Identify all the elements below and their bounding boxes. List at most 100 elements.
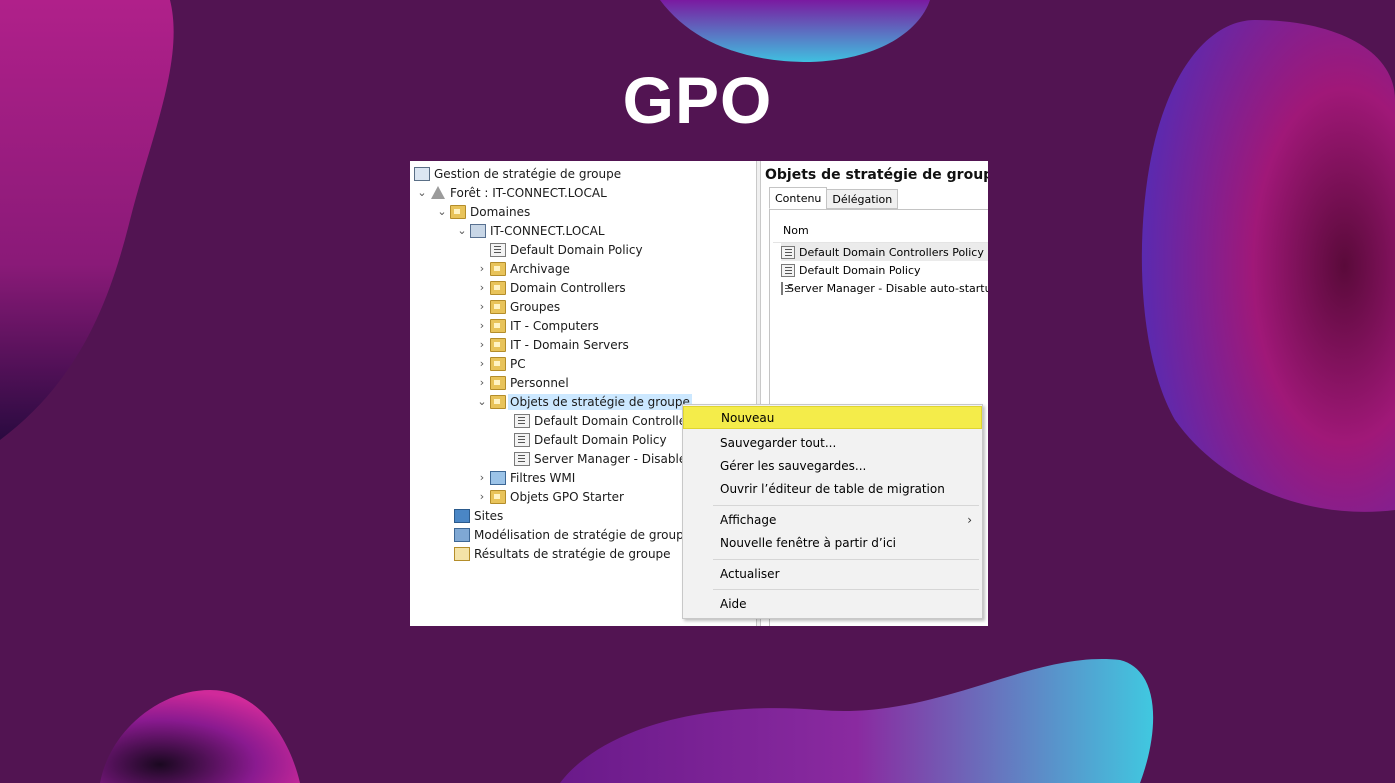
ou-folder-icon — [490, 375, 506, 390]
menu-item-aide[interactable]: Aide — [683, 593, 982, 616]
domain-icon — [470, 223, 486, 238]
tree-node-modeling[interactable]: Modélisation de stratégie de groupe — [454, 525, 691, 544]
ou-folder-icon — [490, 261, 506, 276]
ou-folder-icon — [490, 356, 506, 371]
chevron-down-icon[interactable]: ⌄ — [454, 224, 470, 237]
details-title: Objets de stratégie de groupe — [765, 167, 988, 183]
menu-separator — [713, 559, 979, 560]
tree-node-default-domain-policy[interactable]: Default Domain Policy — [490, 240, 643, 259]
tree-node-domains[interactable]: ⌄ Domaines — [434, 202, 530, 221]
tree-node-ou[interactable]: › IT - Domain Servers — [474, 335, 629, 354]
tab-contenu[interactable]: Contenu — [769, 187, 828, 209]
context-menu: Nouveau Sauvegarder tout... Gérer les sa… — [682, 404, 983, 619]
chevron-right-icon[interactable]: › — [474, 319, 490, 332]
chevron-right-icon[interactable]: › — [474, 471, 490, 484]
tree-node-ou[interactable]: › Groupes — [474, 297, 560, 316]
tree-node-label: Forêt : IT-CONNECT.LOCAL — [450, 185, 607, 200]
tree-node-domain[interactable]: ⌄ IT-CONNECT.LOCAL — [454, 221, 605, 240]
tree-node-label: Objets GPO Starter — [510, 489, 624, 504]
forest-icon — [430, 185, 446, 200]
tree-node-label: Domain Controllers — [510, 280, 626, 295]
chevron-down-icon[interactable]: ⌄ — [474, 395, 490, 408]
tree-node-label: Archivage — [510, 261, 570, 276]
console-icon — [414, 166, 430, 181]
tree-node-ou[interactable]: › Personnel — [474, 373, 569, 392]
chevron-right-icon[interactable]: › — [474, 376, 490, 389]
menu-item-actualiser[interactable]: Actualiser — [683, 563, 982, 586]
menu-separator — [713, 505, 979, 506]
menu-item-label: Affichage — [720, 513, 777, 527]
chevron-right-icon[interactable]: › — [474, 338, 490, 351]
tree-node-ou[interactable]: › Domain Controllers — [474, 278, 626, 297]
list-item-label: Server Manager - Disable auto-startup — [787, 281, 988, 295]
tree-node-wmi-filters[interactable]: › Filtres WMI — [474, 468, 575, 487]
decorative-blob-bottom-left — [100, 690, 300, 783]
chevron-right-icon[interactable]: › — [474, 490, 490, 503]
tree-node-label: Domaines — [470, 204, 531, 219]
tree-node-ou[interactable]: › IT - Computers — [474, 316, 599, 335]
list-item[interactable]: Default Domain Controllers Policy — [781, 243, 988, 261]
tree-node-gpo-container[interactable]: ⌄ Objets de stratégie de groupe — [474, 392, 692, 411]
sites-icon — [454, 508, 470, 523]
starter-gpo-folder-icon — [490, 489, 506, 504]
chevron-right-icon[interactable]: › — [474, 281, 490, 294]
list-item-label: Default Domain Controllers Policy — [799, 245, 984, 259]
tree-node-gpo[interactable]: Default Domain Policy — [514, 430, 667, 449]
menu-item-nouvelle-fenetre[interactable]: Nouvelle fenêtre à partir d’ici — [683, 532, 982, 555]
tree-node-sites[interactable]: Sites — [454, 506, 503, 525]
tab-delegation[interactable]: Délégation — [826, 189, 899, 209]
gpo-icon — [514, 432, 530, 447]
menu-separator — [713, 589, 979, 590]
tree-node-label: Default Domain Policy — [510, 242, 643, 257]
list-item[interactable]: Server Manager - Disable auto-startup — [781, 279, 988, 297]
tree-node-label: Sites — [474, 508, 504, 523]
ou-folder-icon — [490, 337, 506, 352]
tree-node-starter-gpos[interactable]: › Objets GPO Starter — [474, 487, 624, 506]
menu-item-nouveau[interactable]: Nouveau — [683, 406, 982, 429]
tree-node-label: Gestion de stratégie de groupe — [434, 166, 622, 181]
column-header-nom[interactable]: Nom — [773, 223, 988, 243]
details-tabs: Contenu Délégation — [769, 187, 899, 209]
tree-node-label: Résultats de stratégie de groupe — [474, 546, 671, 561]
submenu-arrow-icon: › — [967, 513, 972, 527]
gpo-folder-icon — [490, 394, 506, 409]
list-item[interactable]: Default Domain Policy — [781, 261, 988, 279]
tree-node-ou[interactable]: › PC — [474, 354, 526, 373]
gpo-link-icon — [490, 242, 506, 257]
tree-node-label: Groupes — [510, 299, 561, 314]
results-icon — [454, 546, 470, 561]
tree-node-label: IT - Domain Servers — [510, 337, 629, 352]
list-item-label: Default Domain Policy — [799, 263, 921, 277]
tree-node-label: IT - Computers — [510, 318, 599, 333]
tree-node-label: Default Domain Policy — [534, 432, 667, 447]
tree-node-label: Personnel — [510, 375, 569, 390]
menu-item-affichage[interactable]: Affichage › — [683, 509, 982, 532]
tree-node-results[interactable]: Résultats de stratégie de groupe — [454, 544, 671, 563]
domains-folder-icon — [450, 204, 466, 219]
tree-node-label: Modélisation de stratégie de groupe — [474, 527, 692, 542]
menu-item-gerer-sauvegardes[interactable]: Gérer les sauvegardes... — [683, 455, 982, 478]
chevron-right-icon[interactable]: › — [474, 357, 490, 370]
chevron-down-icon[interactable]: ⌄ — [434, 205, 450, 218]
ou-folder-icon — [490, 318, 506, 333]
gpo-icon — [514, 413, 530, 428]
menu-item-editeur-migration[interactable]: Ouvrir l’éditeur de table de migration — [683, 478, 982, 501]
tree-node-label: Filtres WMI — [510, 470, 576, 485]
menu-item-sauvegarder-tout[interactable]: Sauvegarder tout... — [683, 432, 982, 455]
chevron-right-icon[interactable]: › — [474, 262, 490, 275]
gpo-icon — [781, 263, 795, 277]
tree-node-forest[interactable]: ⌄ Forêt : IT-CONNECT.LOCAL — [414, 183, 607, 202]
decorative-blob-bottom-center — [560, 659, 1154, 783]
tree-node-ou[interactable]: › Archivage — [474, 259, 570, 278]
gpo-icon — [781, 245, 795, 259]
ou-folder-icon — [490, 299, 506, 314]
tree-node-root[interactable]: Gestion de stratégie de groupe — [414, 164, 621, 183]
chevron-right-icon[interactable]: › — [474, 300, 490, 313]
tree-node-label: Objets de stratégie de groupe — [508, 393, 692, 410]
decorative-blob-top-center — [660, 0, 930, 62]
chevron-down-icon[interactable]: ⌄ — [414, 186, 430, 199]
modeling-icon — [454, 527, 470, 542]
page-title: GPO — [622, 63, 773, 137]
tree-node-label: IT-CONNECT.LOCAL — [490, 223, 605, 238]
gpo-icon — [514, 451, 530, 466]
